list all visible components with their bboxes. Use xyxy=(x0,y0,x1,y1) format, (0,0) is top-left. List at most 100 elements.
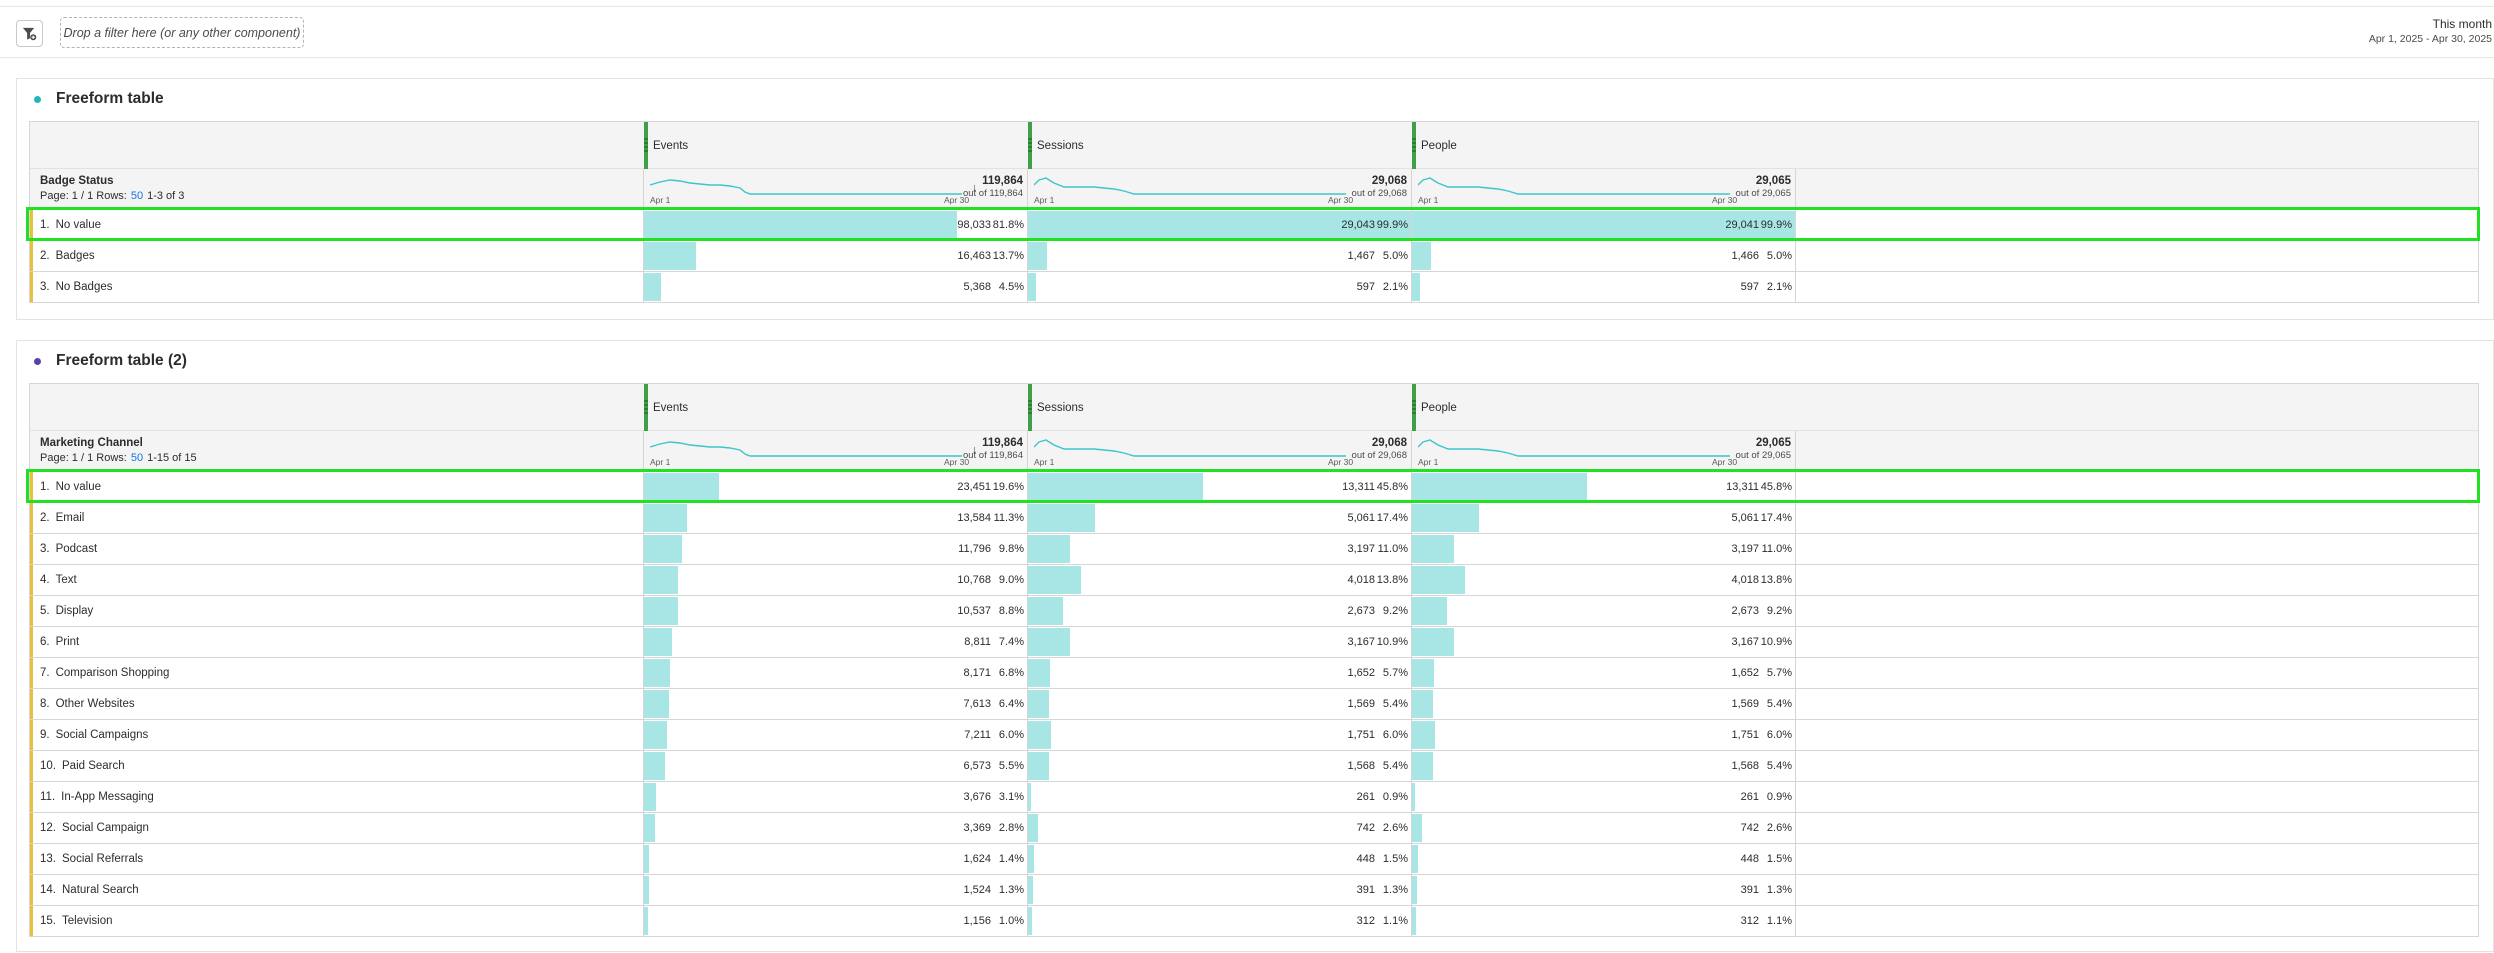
metric-cell[interactable]: 5,368 4.5% xyxy=(644,272,1028,302)
filter-dropzone[interactable]: Drop a filter here (or any other compone… xyxy=(60,17,304,48)
metric-cell[interactable]: 1,751 6.0% xyxy=(1412,720,1796,750)
row-dimension-item[interactable]: 10. Paid Search xyxy=(30,751,644,781)
metric-cell[interactable]: 98,033 81.8% xyxy=(644,210,1028,240)
metric-cell[interactable]: 1,156 1.0% xyxy=(644,906,1028,936)
table-row[interactable]: 1. No value 98,033 81.8% 29,043 99.9% 29,041 99… xyxy=(30,210,2478,241)
drag-handle-icon[interactable] xyxy=(1412,138,1416,152)
metric-cell[interactable]: 3,197 11.0% xyxy=(1028,534,1412,564)
table-row[interactable]: 10. Paid Search 6,573 5.5% 1,568 5.4% 1,568 5.4… xyxy=(30,751,2478,782)
metric-cell[interactable]: 1,569 5.4% xyxy=(1412,689,1796,719)
metric-cell[interactable]: 1,751 6.0% xyxy=(1028,720,1412,750)
metric-cell[interactable]: 4,018 13.8% xyxy=(1412,565,1796,595)
metric-cell[interactable]: 312 1.1% xyxy=(1412,906,1796,936)
metric-header-people[interactable]: People xyxy=(1412,384,1796,432)
row-dimension-item[interactable]: 1. No value xyxy=(30,210,644,240)
metric-cell[interactable]: 261 0.9% xyxy=(1028,782,1412,812)
metric-cell[interactable]: 1,652 5.7% xyxy=(1028,658,1412,688)
metric-cell[interactable]: 1,569 5.4% xyxy=(1028,689,1412,719)
metric-cell[interactable]: 10,537 8.8% xyxy=(644,596,1028,626)
metric-cell[interactable]: 10,768 9.0% xyxy=(644,565,1028,595)
metric-cell[interactable]: 11,796 9.8% xyxy=(644,534,1028,564)
table-row[interactable]: 7. Comparison Shopping 8,171 6.8% 1,652 5.7% 1… xyxy=(30,658,2478,689)
metric-cell[interactable]: 7,211 6.0% xyxy=(644,720,1028,750)
rows-per-page-link[interactable]: 50 xyxy=(131,452,143,464)
row-dimension-item[interactable]: 11. In-App Messaging xyxy=(30,782,644,812)
metric-cell[interactable]: 29,043 99.9% xyxy=(1028,210,1412,240)
row-dimension-item[interactable]: 4. Text xyxy=(30,565,644,595)
metric-cell[interactable]: 5,061 17.4% xyxy=(1412,503,1796,533)
metric-cell[interactable]: 13,311 45.8% xyxy=(1028,472,1412,502)
metric-cell[interactable]: 4,018 13.8% xyxy=(1028,565,1412,595)
row-dimension-item[interactable]: 3. No Badges xyxy=(30,272,644,302)
metric-cell[interactable]: 2,673 9.2% xyxy=(1412,596,1796,626)
drag-handle-icon[interactable] xyxy=(1028,138,1032,152)
table-row[interactable]: 15. Television 1,156 1.0% 312 1.1% 312 1.1% xyxy=(30,906,2478,937)
metric-cell[interactable]: 16,463 13.7% xyxy=(644,241,1028,271)
filter-add-icon[interactable] xyxy=(16,20,43,47)
row-dimension-item[interactable]: 1. No value xyxy=(30,472,644,502)
table-row[interactable]: 2. Badges 16,463 13.7% 1,467 5.0% 1,466 5.0% xyxy=(30,241,2478,272)
metric-cell[interactable]: 8,811 7.4% xyxy=(644,627,1028,657)
table-row[interactable]: 9. Social Campaigns 7,211 6.0% 1,751 6.0% 1,75… xyxy=(30,720,2478,751)
metric-cell[interactable]: 1,624 1.4% xyxy=(644,844,1028,874)
metric-cell[interactable]: 7,613 6.4% xyxy=(644,689,1028,719)
table-row[interactable]: 12. Social Campaign 3,369 2.8% 742 2.6% 742 2.6… xyxy=(30,813,2478,844)
table-row[interactable]: 14. Natural Search 1,524 1.3% 391 1.3% 391 1.3% xyxy=(30,875,2478,906)
table-row[interactable]: 5. Display 10,537 8.8% 2,673 9.2% 2,673 9.2% xyxy=(30,596,2478,627)
row-dimension-item[interactable]: 7. Comparison Shopping xyxy=(30,658,644,688)
table-row[interactable]: 3. Podcast 11,796 9.8% 3,197 11.0% 3,197 11.0% xyxy=(30,534,2478,565)
metric-cell[interactable]: 597 2.1% xyxy=(1028,272,1412,302)
table-row[interactable]: 4. Text 10,768 9.0% 4,018 13.8% 4,018 13.8% xyxy=(30,565,2478,596)
metric-cell[interactable]: 23,451 19.6% xyxy=(644,472,1028,502)
metric-cell[interactable]: 8,171 6.8% xyxy=(644,658,1028,688)
metric-cell[interactable]: 5,061 17.4% xyxy=(1028,503,1412,533)
dimension-header[interactable]: Marketing Channel Page: 1 / 1 Rows: 50 1-15… xyxy=(30,431,644,472)
table-row[interactable]: 2. Email 13,584 11.3% 5,061 17.4% 5,061 17.4% xyxy=(30,503,2478,534)
drag-handle-icon[interactable] xyxy=(1028,400,1032,414)
panel-title[interactable]: Freeform table xyxy=(56,90,164,108)
table-row[interactable]: 1. No value 23,451 19.6% 13,311 45.8% 13,311 45… xyxy=(30,472,2478,503)
table-row[interactable]: 13. Social Referrals 1,624 1.4% 448 1.5% 448 1.… xyxy=(30,844,2478,875)
table-row[interactable]: 11. In-App Messaging 3,676 3.1% 261 0.9% 261 0.… xyxy=(30,782,2478,813)
metric-cell[interactable]: 13,311 45.8% xyxy=(1412,472,1796,502)
metric-cell[interactable]: 29,041 99.9% xyxy=(1412,210,1796,240)
metric-cell[interactable]: 312 1.1% xyxy=(1028,906,1412,936)
metric-cell[interactable]: 2,673 9.2% xyxy=(1028,596,1412,626)
metric-cell[interactable]: 1,467 5.0% xyxy=(1028,241,1412,271)
metric-cell[interactable]: 1,568 5.4% xyxy=(1028,751,1412,781)
metric-cell[interactable]: 391 1.3% xyxy=(1412,875,1796,905)
row-dimension-item[interactable]: 6. Print xyxy=(30,627,644,657)
metric-cell[interactable]: 1,524 1.3% xyxy=(644,875,1028,905)
date-range-picker[interactable]: This month Apr 1, 2025 - Apr 30, 2025 xyxy=(2369,17,2492,47)
dimension-header[interactable]: Badge Status Page: 1 / 1 Rows: 50 1-3 of 3 xyxy=(30,169,644,210)
metric-cell[interactable]: 1,466 5.0% xyxy=(1412,241,1796,271)
metric-cell[interactable]: 261 0.9% xyxy=(1412,782,1796,812)
metric-cell[interactable]: 597 2.1% xyxy=(1412,272,1796,302)
metric-cell[interactable]: 3,369 2.8% xyxy=(644,813,1028,843)
row-dimension-item[interactable]: 3. Podcast xyxy=(30,534,644,564)
row-dimension-item[interactable]: 15. Television xyxy=(30,906,644,936)
metric-cell[interactable]: 1,568 5.4% xyxy=(1412,751,1796,781)
table-row[interactable]: 6. Print 8,811 7.4% 3,167 10.9% 3,167 10.9% xyxy=(30,627,2478,658)
metric-cell[interactable]: 13,584 11.3% xyxy=(644,503,1028,533)
metric-header-sessions[interactable]: Sessions xyxy=(1028,122,1412,170)
table-row[interactable]: 8. Other Websites 7,613 6.4% 1,569 5.4% 1,569 5… xyxy=(30,689,2478,720)
metric-cell[interactable]: 391 1.3% xyxy=(1028,875,1412,905)
panel-title[interactable]: Freeform table (2) xyxy=(56,352,187,370)
row-dimension-item[interactable]: 8. Other Websites xyxy=(30,689,644,719)
metric-cell[interactable]: 742 2.6% xyxy=(1028,813,1412,843)
row-dimension-item[interactable]: 2. Badges xyxy=(30,241,644,271)
metric-cell[interactable]: 448 1.5% xyxy=(1028,844,1412,874)
rows-per-page-link[interactable]: 50 xyxy=(131,190,143,202)
metric-header-people[interactable]: People xyxy=(1412,122,1796,170)
metric-header-sessions[interactable]: Sessions xyxy=(1028,384,1412,432)
metric-cell[interactable]: 6,573 5.5% xyxy=(644,751,1028,781)
row-dimension-item[interactable]: 14. Natural Search xyxy=(30,875,644,905)
metric-cell[interactable]: 1,652 5.7% xyxy=(1412,658,1796,688)
row-dimension-item[interactable]: 5. Display xyxy=(30,596,644,626)
drag-handle-icon[interactable] xyxy=(1412,400,1416,414)
row-dimension-item[interactable]: 12. Social Campaign xyxy=(30,813,644,843)
metric-cell[interactable]: 3,197 11.0% xyxy=(1412,534,1796,564)
metric-header-events[interactable]: Events xyxy=(644,384,1028,432)
table-row[interactable]: 3. No Badges 5,368 4.5% 597 2.1% 597 2.1% xyxy=(30,272,2478,303)
